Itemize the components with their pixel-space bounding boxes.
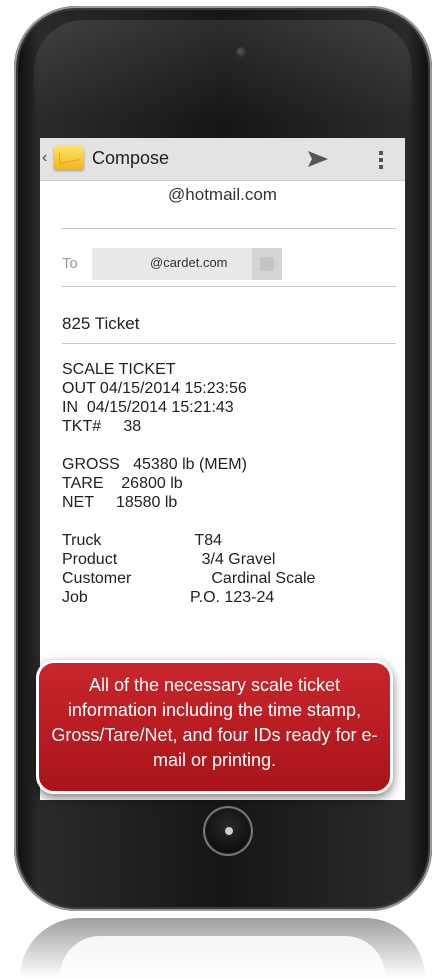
email-body[interactable]: SCALE TICKET OUT 04/15/2014 15:23:56 IN … — [62, 360, 392, 607]
body-line: Product 3/4 Gravel — [62, 551, 276, 568]
recipient-address: @cardet.com — [150, 255, 228, 270]
divider — [62, 286, 396, 287]
home-button-dot — [225, 827, 233, 835]
from-address: @hotmail.com — [168, 185, 277, 204]
callout-text: All of the necessary scale ticket inform… — [51, 675, 378, 770]
body-line: Customer Cardinal Scale — [62, 570, 316, 587]
phone-reflection — [20, 918, 425, 978]
body-line: OUT 04/15/2014 15:23:56 — [62, 380, 247, 397]
to-label: To — [62, 255, 78, 272]
action-bar: ‹ Compose — [40, 138, 405, 181]
send-icon[interactable] — [305, 147, 331, 171]
body-line: TKT# 38 — [62, 418, 142, 435]
body-line: Job P.O. 123-24 — [62, 589, 275, 606]
screen-title: Compose — [92, 148, 170, 168]
info-callout: All of the necessary scale ticket inform… — [36, 660, 393, 794]
divider — [62, 343, 396, 344]
body-line: IN 04/15/2014 15:21:43 — [62, 399, 234, 416]
recipient-chip[interactable]: @cardet.com — [92, 248, 282, 280]
body-line: TARE 26800 lb — [62, 475, 183, 492]
body-line: GROSS 45380 lb (MEM) — [62, 456, 247, 473]
body-line — [62, 512, 392, 531]
body-line — [62, 436, 392, 455]
subject-field[interactable]: 825 Ticket — [62, 314, 140, 334]
reflection-highlight — [60, 936, 385, 976]
overflow-menu-icon[interactable] — [376, 147, 386, 171]
body-line: Truck T84 — [62, 532, 223, 549]
front-camera — [236, 47, 247, 58]
body-line: NET 18580 lb — [62, 494, 178, 511]
divider — [62, 228, 396, 229]
phone-shine — [34, 20, 412, 120]
body-line: SCALE TICKET — [62, 361, 176, 378]
back-chevron-icon[interactable]: ‹ — [42, 149, 47, 167]
email-app-icon[interactable] — [54, 146, 84, 170]
contact-photo-icon — [252, 248, 282, 280]
home-button[interactable] — [203, 806, 253, 856]
